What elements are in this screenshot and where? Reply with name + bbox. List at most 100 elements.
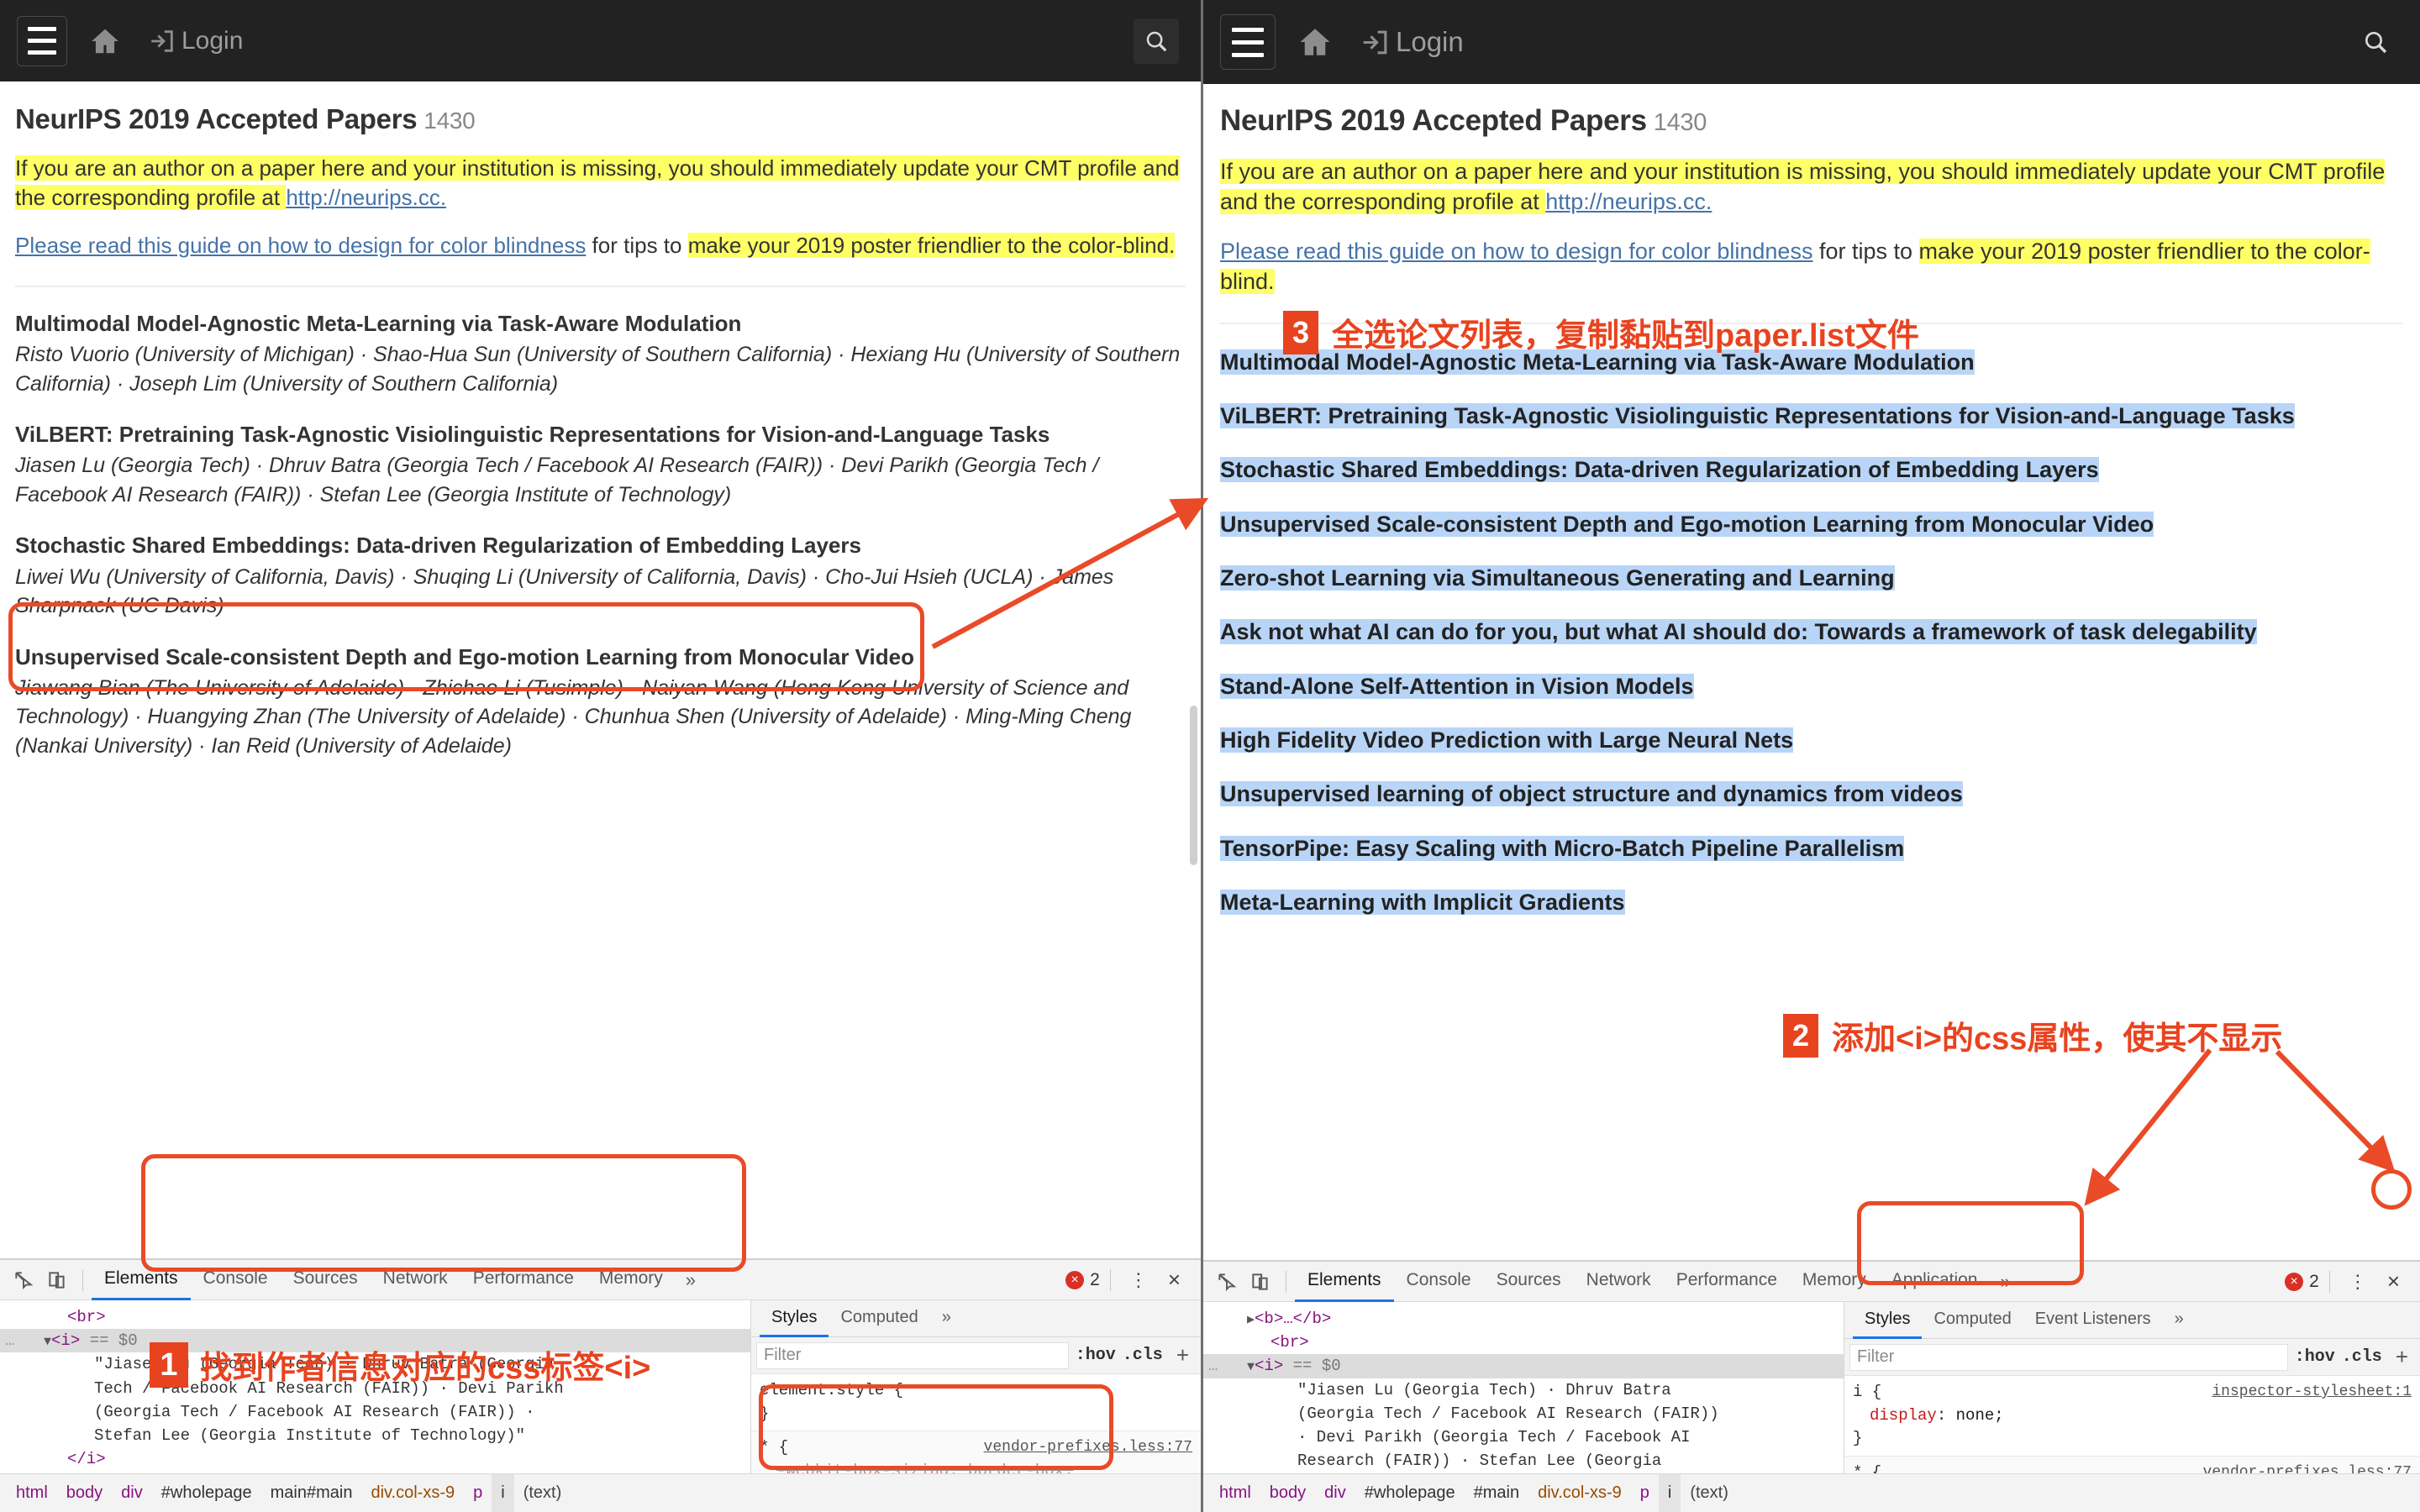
list-item[interactable]: Unsupervised learning of object structur… bbox=[1220, 778, 2403, 810]
paper-title[interactable]: Stochastic Shared Embeddings: Data-drive… bbox=[15, 531, 1186, 560]
tab-sources[interactable]: Sources bbox=[1484, 1262, 1574, 1302]
paper-count: 1430 bbox=[1653, 109, 1707, 136]
expand-triangle-icon[interactable]: ▼ bbox=[44, 1335, 51, 1349]
tab-styles[interactable]: Styles bbox=[1853, 1302, 1923, 1339]
more-options-icon[interactable]: ⋮ bbox=[1121, 1270, 1156, 1289]
cls-toggle[interactable]: .cls bbox=[1123, 1346, 1163, 1365]
breadcrumb-i[interactable]: i bbox=[1658, 1474, 1681, 1512]
style-source-link[interactable]: vendor-prefixes.less:77 bbox=[2203, 1462, 2412, 1473]
cls-toggle[interactable]: .cls bbox=[2342, 1347, 2382, 1367]
device-toolbar-icon[interactable] bbox=[40, 1263, 74, 1297]
inspect-element-icon[interactable] bbox=[1210, 1265, 1244, 1299]
hamburger-icon[interactable] bbox=[17, 15, 67, 66]
login-button[interactable]: Login bbox=[1360, 26, 1464, 58]
chevron-double-right-icon[interactable]: » bbox=[676, 1269, 706, 1291]
dom-row[interactable]: ▶<b>…</b> bbox=[1203, 1307, 1844, 1331]
dom-text[interactable]: "Jiasen Lu (Georgia Tech) · Dhruv Batra bbox=[1203, 1378, 1844, 1402]
styles-filter-input[interactable]: Filter bbox=[756, 1341, 1069, 1369]
breadcrumb-i[interactable]: i bbox=[492, 1474, 514, 1512]
more-options-icon[interactable]: ⋮ bbox=[2340, 1272, 2375, 1291]
breadcrumb-body[interactable]: body bbox=[57, 1474, 112, 1512]
page-scrollbar[interactable] bbox=[1190, 706, 1197, 865]
inspect-element-icon[interactable] bbox=[7, 1263, 40, 1297]
breadcrumb-p[interactable]: p bbox=[464, 1474, 492, 1512]
breadcrumb-html[interactable]: html bbox=[1210, 1474, 1260, 1512]
color-blindness-guide-link[interactable]: Please read this guide on how to design … bbox=[15, 233, 586, 258]
paper-title[interactable]: ViLBERT: Pretraining Task-Agnostic Visio… bbox=[15, 420, 1186, 449]
home-icon[interactable] bbox=[89, 25, 121, 57]
style-rule[interactable]: * { vendor-prefixes.less:77 -webkit-box-… bbox=[1844, 1456, 2420, 1473]
breadcrumb-html[interactable]: html bbox=[7, 1474, 57, 1512]
tab-computed[interactable]: Computed bbox=[1922, 1302, 2023, 1339]
dom-row[interactable]: </i> bbox=[0, 1447, 750, 1471]
hamburger-icon[interactable] bbox=[1220, 14, 1276, 70]
tab-network[interactable]: Network bbox=[1574, 1262, 1664, 1302]
dom-text[interactable]: Stefan Lee (Georgia Institute of Technol… bbox=[0, 1424, 750, 1447]
paper-title[interactable]: Multimodal Model-Agnostic Meta-Learning … bbox=[15, 309, 1186, 339]
breadcrumb-col-xs-9[interactable]: div.col-xs-9 bbox=[1528, 1474, 1631, 1512]
list-item[interactable]: TensorPipe: Easy Scaling with Micro-Batc… bbox=[1220, 832, 2403, 864]
expand-triangle-icon[interactable]: ▼ bbox=[1247, 1360, 1255, 1374]
breadcrumb-p[interactable]: p bbox=[1631, 1474, 1659, 1512]
style-rule-inspector[interactable]: i { inspector-stylesheet:1 display: none… bbox=[1844, 1376, 2420, 1457]
dom-text[interactable]: Research (FAIR)) · Stefan Lee (Georgia bbox=[1203, 1449, 1844, 1473]
breadcrumb-wholepage[interactable]: #wholepage bbox=[152, 1474, 261, 1512]
devtools-body: ▶<b>…</b> <br> … ▼<i> == $0 "Jiasen Lu (G… bbox=[1203, 1302, 2420, 1473]
login-button[interactable]: Login bbox=[148, 27, 243, 55]
tab-event-listeners[interactable]: Event Listeners bbox=[2023, 1302, 2163, 1339]
breadcrumb-text[interactable]: (text) bbox=[514, 1474, 571, 1512]
dom-row[interactable]: <br> bbox=[1203, 1331, 1844, 1354]
styles-filter-input[interactable]: Filter bbox=[1849, 1343, 2288, 1371]
styles-filter-bar: Filter :hov .cls + bbox=[1844, 1339, 2420, 1376]
close-icon[interactable]: × bbox=[1160, 1267, 1189, 1293]
style-declaration[interactable]: display: none; bbox=[1853, 1404, 2412, 1428]
chevron-double-right-icon[interactable]: » bbox=[930, 1300, 963, 1337]
dom-text[interactable]: (Georgia Tech / Facebook AI Research (FA… bbox=[1203, 1402, 1844, 1425]
style-source-link[interactable]: inspector-stylesheet:1 bbox=[2212, 1381, 2412, 1403]
search-icon[interactable] bbox=[1134, 18, 1179, 64]
tab-console[interactable]: Console bbox=[1394, 1262, 1484, 1302]
search-icon[interactable] bbox=[2353, 19, 2398, 65]
error-badge[interactable]: × 2 bbox=[1065, 1270, 1100, 1290]
hov-toggle[interactable]: :hov bbox=[2295, 1347, 2335, 1367]
list-item[interactable]: Meta-Learning with Implicit Gradients bbox=[1220, 886, 2403, 918]
paper-entry: ViLBERT: Pretraining Task-Agnostic Visio… bbox=[15, 420, 1186, 509]
annotation-1-number: 1 bbox=[150, 1341, 188, 1388]
tab-elements[interactable]: Elements bbox=[1295, 1262, 1394, 1302]
error-badge[interactable]: × 2 bbox=[2285, 1272, 2319, 1292]
expand-triangle-icon[interactable]: ▶ bbox=[1247, 1313, 1255, 1327]
home-icon[interactable] bbox=[1297, 24, 1333, 60]
list-item[interactable]: Zero-shot Learning via Simultaneous Gene… bbox=[1220, 562, 2403, 594]
list-item[interactable]: Ask not what AI can do for you, but what… bbox=[1220, 616, 2403, 648]
neurips-link[interactable]: http://neurips.cc. bbox=[286, 185, 446, 210]
close-icon[interactable]: × bbox=[2379, 1268, 2408, 1294]
breadcrumb-body[interactable]: body bbox=[1260, 1474, 1315, 1512]
breadcrumb-text[interactable]: (text) bbox=[1681, 1474, 1738, 1512]
breadcrumb-main[interactable]: main#main bbox=[261, 1474, 362, 1512]
dom-row[interactable]: </p> bbox=[0, 1472, 750, 1473]
list-item[interactable]: Unsupervised Scale-consistent Depth and … bbox=[1220, 508, 2403, 540]
new-style-rule-button[interactable]: + bbox=[2389, 1344, 2415, 1370]
breadcrumb-main[interactable]: #main bbox=[1465, 1474, 1528, 1512]
hov-toggle[interactable]: :hov bbox=[1076, 1346, 1116, 1365]
neurips-link[interactable]: http://neurips.cc. bbox=[1545, 189, 1712, 214]
tab-styles[interactable]: Styles bbox=[760, 1300, 829, 1337]
color-blindness-guide-link[interactable]: Please read this guide on how to design … bbox=[1220, 239, 1812, 264]
dom-text[interactable]: (Georgia Tech / Facebook AI Research (FA… bbox=[0, 1400, 750, 1424]
breadcrumb-div[interactable]: div bbox=[1315, 1474, 1355, 1512]
breadcrumb-div[interactable]: div bbox=[112, 1474, 152, 1512]
list-item[interactable]: Stochastic Shared Embeddings: Data-drive… bbox=[1220, 454, 2403, 486]
new-style-rule-button[interactable]: + bbox=[1170, 1342, 1196, 1368]
list-item[interactable]: Stand-Alone Self-Attention in Vision Mod… bbox=[1220, 670, 2403, 702]
device-toolbar-icon[interactable] bbox=[1244, 1265, 1277, 1299]
dom-text[interactable]: · Devi Parikh (Georgia Tech / Facebook A… bbox=[1203, 1425, 1844, 1449]
chevron-double-right-icon[interactable]: » bbox=[2163, 1302, 2196, 1339]
tab-computed[interactable]: Computed bbox=[829, 1300, 929, 1337]
breadcrumb-col-xs-9[interactable]: div.col-xs-9 bbox=[361, 1474, 464, 1512]
list-item[interactable]: High Fidelity Video Prediction with Larg… bbox=[1220, 724, 2403, 756]
tab-performance[interactable]: Performance bbox=[1664, 1262, 1790, 1302]
list-item[interactable]: ViLBERT: Pretraining Task-Agnostic Visio… bbox=[1220, 400, 2403, 432]
dom-row[interactable]: <br> bbox=[0, 1305, 750, 1329]
breadcrumb-wholepage[interactable]: #wholepage bbox=[1355, 1474, 1465, 1512]
dom-row-selected[interactable]: … ▼<i> == $0 bbox=[1203, 1354, 1844, 1378]
